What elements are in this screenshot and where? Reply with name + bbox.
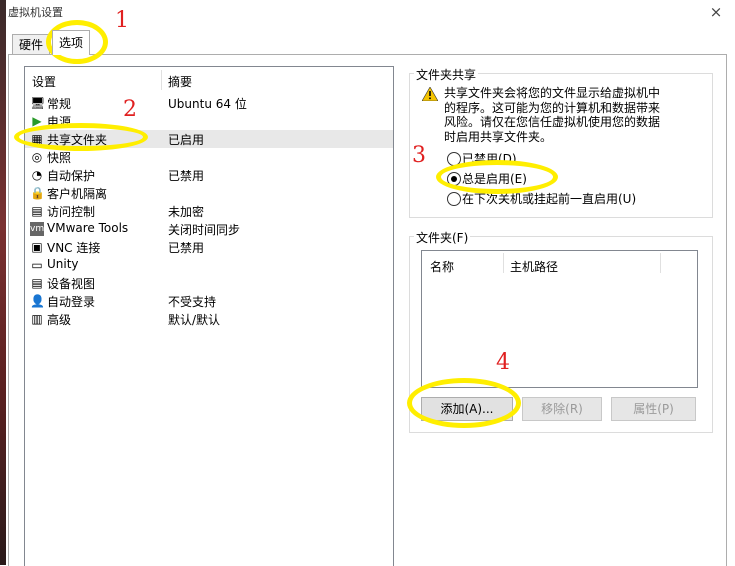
vnc-icon: ▣ — [31, 240, 43, 254]
warning-icon — [421, 86, 439, 102]
close-icon[interactable]: × — [704, 2, 728, 22]
autoprotect-icon: ◔ — [31, 168, 43, 182]
user-icon: 👤 — [30, 294, 45, 308]
settings-row-summary: 已启用 — [168, 133, 205, 147]
column-header-host-path[interactable]: 主机路径 — [510, 258, 558, 275]
monitor-icon: 🖥 — [30, 96, 46, 110]
settings-row[interactable]: ▤ 设备视图 — [25, 274, 393, 292]
settings-row-label: 高级 — [47, 313, 72, 327]
window-title: 虚拟机设置 — [8, 6, 63, 19]
warning-text-line: 共享文件夹会将您的文件显示给虚拟机中 — [444, 86, 661, 100]
settings-row[interactable]: 🖥 常规 Ubuntu 64 位 — [25, 94, 393, 112]
advanced-icon: ▥ — [31, 312, 43, 326]
background-desktop-strip — [0, 0, 6, 565]
folder-sharing-title: 文件夹共享 — [414, 66, 479, 83]
annotation-step-1: 1 — [115, 8, 129, 33]
warning-text-line: 风险。请仅在您信任虚拟机使用您的数据 — [444, 115, 661, 129]
warning-text-line: 的程序。这可能为您的计算机和数据带来 — [444, 100, 661, 115]
settings-row-summary: 默认/默认 — [168, 313, 221, 327]
column-header-summary[interactable]: 摘要 — [168, 73, 192, 90]
tab-options[interactable]: 选项 — [52, 30, 91, 55]
settings-row[interactable]: ▣ VNC 连接 已禁用 — [25, 238, 393, 256]
settings-row[interactable]: ▤ 访问控制 未加密 — [25, 202, 393, 220]
annotation-step-2: 2 — [123, 97, 137, 122]
settings-row-summary: 关闭时间同步 — [168, 223, 241, 237]
settings-row-label: Unity — [47, 257, 79, 271]
settings-row[interactable]: 🔒 客户机隔离 — [25, 184, 393, 202]
settings-row-label: VNC 连接 — [47, 241, 101, 255]
highlight-always-enabled — [436, 160, 558, 194]
settings-row[interactable]: ▭ Unity — [25, 256, 393, 274]
settings-row-summary: Ubuntu 64 位 — [168, 97, 247, 111]
settings-row-label: 自动登录 — [47, 295, 96, 309]
warning-text: 共享文件夹会将您的文件显示给虚拟机中 的程序。这可能为您的计算机和数据带来 风险… — [444, 86, 660, 144]
settings-row-label: 访问控制 — [47, 205, 96, 219]
vmware-tools-icon: vm — [30, 222, 45, 236]
settings-row-label: 设备视图 — [47, 277, 96, 291]
lock-icon: 🔒 — [30, 186, 45, 200]
settings-row-label: 自动保护 — [47, 169, 96, 183]
settings-row-label: VMware Tools — [47, 221, 129, 235]
settings-row-summary: 不受支持 — [168, 295, 217, 309]
settings-row-summary: 未加密 — [168, 205, 205, 219]
column-separator — [503, 253, 504, 273]
highlight-add-button — [407, 378, 521, 428]
settings-row-label: 客户机隔离 — [47, 187, 108, 201]
properties-button[interactable]: 属性(P) — [611, 397, 696, 421]
vm-settings-window: 虚拟机设置 × 硬件 选项 设置 摘要 🖥 常规 Ubuntu 64 位 ▶ 电源 ▦ 共享… — [0, 0, 735, 566]
settings-row-summary: 已禁用 — [168, 169, 205, 183]
column-separator — [660, 253, 661, 273]
column-header-name[interactable]: 名称 — [430, 258, 454, 275]
highlight-shared-folders — [14, 123, 148, 151]
unity-icon: ▭ — [31, 258, 43, 272]
settings-row-label: 常规 — [47, 97, 72, 111]
column-header-setting[interactable]: 设置 — [32, 73, 56, 90]
tab-hardware[interactable]: 硬件 — [12, 34, 51, 55]
settings-row[interactable]: ▥ 高级 默认/默认 — [25, 310, 393, 328]
settings-row-summary: 已禁用 — [168, 241, 205, 255]
radio-until-poweroff[interactable] — [447, 192, 461, 206]
column-separator — [161, 70, 162, 90]
device-view-icon: ▤ — [31, 276, 43, 290]
remove-button[interactable]: 移除(R) — [522, 397, 602, 421]
shared-folders-table[interactable]: 名称 主机路径 — [421, 250, 698, 388]
annotation-step-4: 4 — [496, 350, 510, 375]
settings-row-label: 快照 — [47, 151, 72, 165]
snapshot-icon: ◎ — [31, 150, 43, 164]
folders-title: 文件夹(F) — [414, 229, 471, 246]
settings-row[interactable]: vm VMware Tools 关闭时间同步 — [25, 220, 393, 238]
settings-row[interactable]: ◔ 自动保护 已禁用 — [25, 166, 393, 184]
annotation-step-3: 3 — [412, 143, 426, 168]
settings-row[interactable]: 👤 自动登录 不受支持 — [25, 292, 393, 310]
warning-text-line: 时启用共享文件夹。 — [444, 129, 553, 144]
access-control-icon: ▤ — [31, 204, 43, 218]
